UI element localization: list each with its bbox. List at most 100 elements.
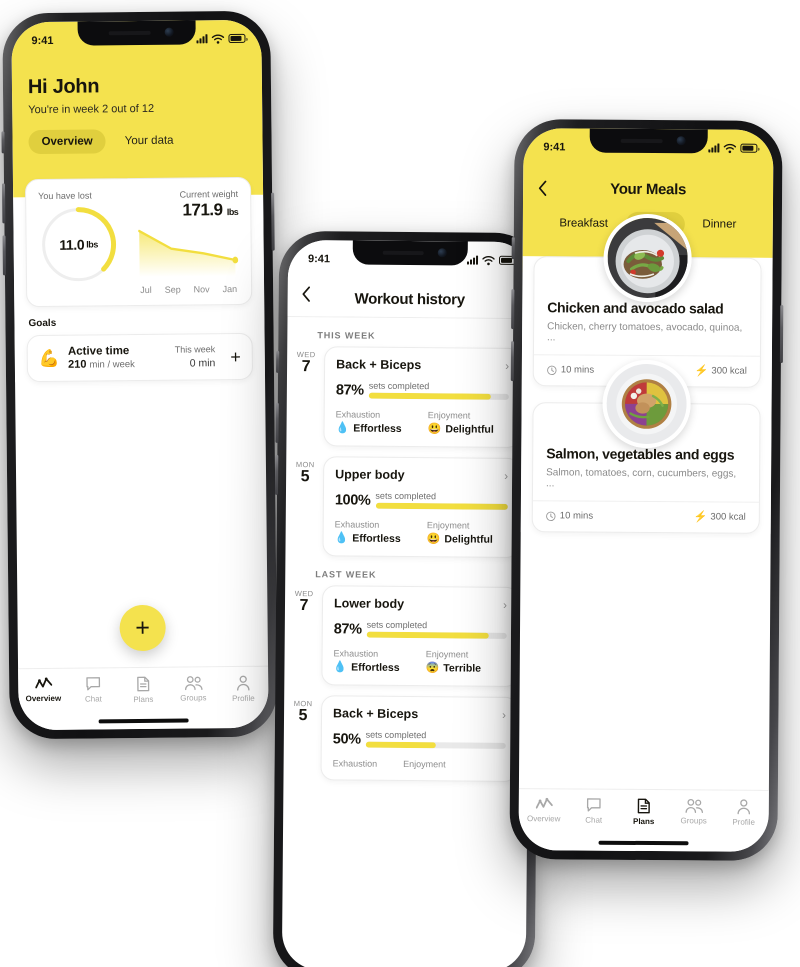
goal-target: 210 min / week (68, 358, 167, 371)
workout-card[interactable]: Upper body › 100% sets completed Exhaust… (322, 456, 521, 558)
chevron-right-icon[interactable]: › (505, 359, 509, 373)
workout-percent-label: sets completed (366, 619, 428, 631)
battery-icon (740, 143, 758, 153)
chevron-left-icon (538, 180, 547, 196)
workout-percent-label: sets completed (368, 380, 430, 392)
clock-icon (546, 511, 556, 521)
notch (589, 128, 708, 154)
notch (77, 20, 196, 46)
tab-dinner[interactable]: Dinner (690, 212, 748, 236)
progress-bar (368, 392, 509, 400)
goal-period-value: 0 min (189, 357, 216, 370)
enjoyment-value: Delightful (445, 422, 494, 436)
goal-target-unit: min / week (89, 359, 135, 371)
salmon-vegetables-eggs-photo (602, 359, 691, 449)
tab-your-data[interactable]: Your data (112, 129, 187, 154)
status-time: 9:41 (31, 34, 54, 47)
workout-name: Back + Biceps (332, 706, 419, 722)
meal-card[interactable]: Salmon, vegetables and eggs Salmon, toma… (531, 359, 761, 534)
tab-bar-item-chat[interactable]: Chat (68, 676, 118, 704)
exhaustion-block: Exhaustion 💧 Effortless (335, 409, 401, 435)
meal-time-value: 10 mins (560, 364, 595, 376)
back-button[interactable] (302, 286, 311, 305)
tab-bar-item-chat[interactable]: Chat (569, 797, 619, 825)
chart-tick: Jul (140, 284, 152, 295)
tab-bar-label: Overview (25, 693, 62, 704)
enjoyment-value: Delightful (444, 532, 493, 546)
chat-bubble-icon (86, 677, 101, 691)
phone2-screen: 9:41 Workout history THIS WEEK WED 7 Bac… (281, 239, 533, 967)
tab-bar-label: Groups (680, 816, 707, 826)
workout-row[interactable]: MON 5 Upper body › 100% sets completed E… (293, 456, 521, 558)
weight-lost-block: You have lost 11.0 lbs (38, 190, 132, 296)
enjoyment-block: Enjoyment 😨 Terrible (426, 649, 482, 674)
page-title: Workout history (354, 290, 465, 309)
exhaustion-block: Exhaustion 💧 Effortless (335, 519, 401, 545)
people-icon (684, 798, 703, 814)
meal-time: 10 mins (547, 364, 595, 376)
tab-bar-label: Chat (585, 815, 603, 825)
back-button[interactable] (538, 180, 547, 199)
progress-bar (375, 502, 508, 510)
meal-ingredients: Chicken, cherry tomatoes, avocado, quino… (547, 321, 743, 344)
progress-bar (365, 741, 506, 749)
tab-bar-label: Plans (133, 694, 154, 705)
exhaustion-value: Effortless (351, 661, 400, 674)
chevron-right-icon[interactable]: › (504, 469, 508, 483)
workout-card[interactable]: Lower body › 87% sets completed Exhausti… (321, 585, 520, 687)
smiley-icon: 😃 (426, 533, 441, 546)
workout-name: Back + Biceps (336, 357, 422, 373)
chevron-right-icon[interactable]: › (502, 708, 506, 722)
tab-bar-item-groups[interactable]: Groups (168, 675, 218, 703)
add-fab-button[interactable]: + (119, 604, 166, 652)
lost-value: 11.0 (59, 236, 85, 253)
exhaustion-label: Exhaustion (332, 758, 378, 769)
goal-card-active-time[interactable]: 💪 Active time 210 min / week This week 0… (26, 332, 254, 383)
tab-breakfast[interactable]: Breakfast (547, 211, 620, 236)
workout-card[interactable]: Back + Biceps › 87% sets completed Exhau… (323, 346, 522, 448)
workout-card[interactable]: Back + Biceps › 50% sets completed Exhau… (320, 695, 519, 782)
workout-percent: 100% (334, 492, 371, 509)
goals-title: Goals (28, 317, 57, 330)
workout-list[interactable]: THIS WEEK WED 7 Back + Biceps › 87% sets… (283, 330, 531, 782)
workout-name: Upper body (335, 467, 405, 482)
workout-row[interactable]: WED 7 Lower body › 87% sets completed Ex… (292, 585, 520, 687)
tab-bar-item-profile[interactable]: Profile (719, 799, 769, 827)
wifi-icon (723, 143, 737, 153)
tab-bar-item-plans[interactable]: Plans (619, 798, 669, 826)
lost-value-wrap: 11.0 lbs (38, 204, 119, 285)
chevron-right-icon[interactable]: › (503, 598, 507, 612)
tab-bar-label: Overview (526, 814, 561, 824)
add-goal-button[interactable]: + (223, 346, 241, 366)
tab-bar-item-plans[interactable]: Plans (118, 676, 168, 705)
chat-bubble-icon (586, 798, 601, 812)
current-weight-label: Current weight (179, 188, 239, 200)
enjoyment-label: Enjoyment (426, 520, 470, 531)
document-icon (637, 798, 650, 814)
activity-chart-icon (535, 797, 553, 809)
workout-row[interactable]: WED 7 Back + Biceps › 87% sets completed (294, 346, 522, 448)
tab-bar-item-profile[interactable]: Profile (218, 675, 268, 704)
smiley-icon: 😃 (427, 423, 442, 436)
current-weight-block: Current weight 171.9 lbs Jul Sep Nov Jan (137, 189, 239, 295)
tab-bar-label: Plans (632, 816, 655, 827)
group-label-this-week: THIS WEEK (317, 330, 376, 341)
droplet-icon: 💧 (335, 422, 350, 435)
enjoyment-block: Enjoyment (403, 759, 446, 769)
tab-bar-label: Groups (180, 693, 207, 703)
droplet-icon: 💧 (333, 661, 348, 674)
tab-bar-item-overview[interactable]: Overview (519, 797, 569, 823)
tab-bar-item-overview[interactable]: Overview (18, 677, 68, 704)
droplet-icon: 💧 (334, 532, 349, 545)
enjoyment-block: Enjoyment 😃 Delightful (428, 410, 494, 436)
tab-overview[interactable]: Overview (28, 129, 106, 155)
phone3-screen: 9:41 Your Meals Breakfast Dinner Chicken… (518, 128, 774, 852)
workout-day: 7 (299, 597, 309, 615)
signal-bars-icon (196, 34, 208, 44)
enjoyment-label: Enjoyment (425, 649, 469, 660)
exhaustion-block: Exhaustion (333, 758, 378, 768)
workout-day: 7 (301, 358, 311, 376)
tab-bar-item-groups[interactable]: Groups (669, 798, 719, 825)
enjoyment-value: Terrible (443, 661, 482, 675)
workout-row[interactable]: MON 5 Back + Biceps › 50% sets completed (291, 695, 519, 782)
